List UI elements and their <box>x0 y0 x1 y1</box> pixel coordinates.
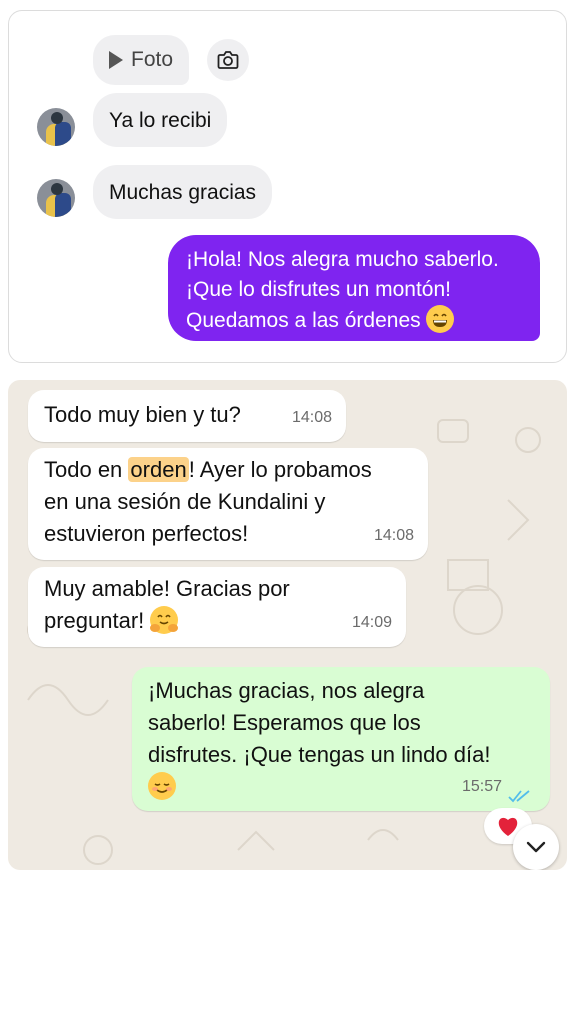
message-line: en una sesión de Kundalini y <box>44 489 326 514</box>
sent-message-line: Quedamos a las órdenes <box>186 309 421 332</box>
message-line-last: preguntar! <box>44 605 390 637</box>
received-message: Ya lo recibi <box>93 93 228 147</box>
message-line: saberlo! Esperamos que los <box>148 710 421 735</box>
photo-attachment-bubble[interactable]: Foto <box>93 35 190 85</box>
avatar[interactable] <box>37 108 75 146</box>
scroll-to-bottom-button[interactable] <box>513 824 559 870</box>
message-text: Todo muy bien y tu? <box>44 402 241 427</box>
message-time: 14:08 <box>291 409 332 426</box>
instagram-chat-panel: Foto Ya lo recibi Muchas gracias ¡Hola! … <box>8 10 567 363</box>
message-line: Todo en orden! Ayer lo probamos <box>44 454 412 486</box>
message-text: Todo en <box>44 457 129 482</box>
grinning-face-icon <box>426 305 455 333</box>
sent-message-line: ¡Hola! Nos alegra mucho saberlo. <box>186 248 499 271</box>
message-text: ! Ayer lo probamos <box>188 457 372 482</box>
message-line: Muy amable! Gracias por <box>44 576 290 601</box>
camera-button[interactable] <box>207 39 249 81</box>
camera-icon <box>217 51 239 69</box>
chevron-down-icon <box>526 841 546 853</box>
message-line: ¡Muchas gracias, nos alegra <box>148 678 425 703</box>
whatsapp-chat-panel: Todo muy bien y tu? 14:08 Todo en orden!… <box>8 380 567 870</box>
message-line: estuvieron perfectos! <box>44 521 249 546</box>
sent-message-line-last: Quedamos a las órdenes <box>186 305 522 336</box>
received-message: Todo en orden! Ayer lo probamos en una s… <box>28 448 428 560</box>
search-highlight: orden <box>128 457 189 482</box>
message-time: 15:57 <box>461 778 502 795</box>
message-time: 14:09 <box>351 614 392 631</box>
avatar[interactable] <box>37 179 75 217</box>
received-message: Muchas gracias <box>93 165 273 219</box>
received-message: Todo muy bien y tu? 14:08 <box>28 390 346 442</box>
received-message: Muy amable! Gracias por preguntar! 14:09 <box>28 567 406 647</box>
hugging-face-icon <box>150 606 179 634</box>
sent-message-line: ¡Que lo disfrutes un montón! <box>186 278 451 301</box>
double-check-icon <box>508 790 530 803</box>
message-line: disfrutes. ¡Que tengas un lindo día! <box>148 742 491 767</box>
photo-label: Foto <box>131 48 174 71</box>
smiling-face-icon <box>148 772 176 800</box>
message-text: preguntar! <box>44 608 145 633</box>
sent-message: ¡Hola! Nos alegra mucho saberlo. ¡Que lo… <box>168 235 540 341</box>
sent-message: ¡Muchas gracias, nos alegra saberlo! Esp… <box>132 667 550 811</box>
message-time: 14:08 <box>373 527 414 544</box>
play-icon <box>109 51 123 69</box>
